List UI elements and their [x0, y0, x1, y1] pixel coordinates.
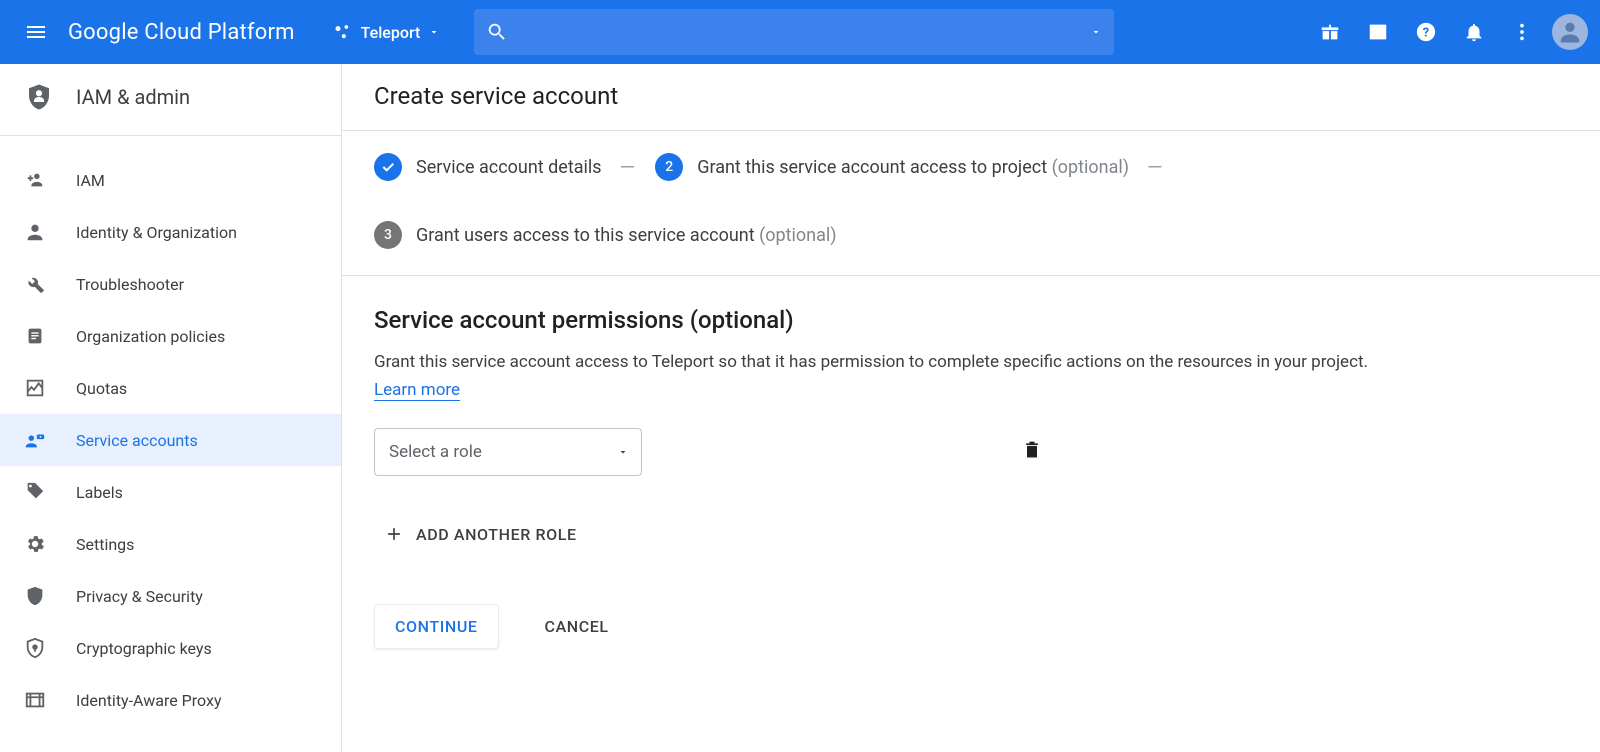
sidebar-item-label: Service accounts — [76, 431, 198, 450]
role-select[interactable]: Select a role — [374, 428, 642, 476]
step-separator: — — [620, 155, 638, 179]
notifications-button[interactable] — [1450, 8, 1498, 56]
step-label: Service account details — [416, 157, 602, 178]
sidebar-item-label: IAM — [76, 171, 105, 190]
project-name: Teleport — [361, 23, 421, 42]
step-number: 2 — [655, 153, 683, 181]
cloud-shell-button[interactable] — [1354, 8, 1402, 56]
sidebar-item-iam[interactable]: IAM — [0, 154, 341, 206]
sidebar-list: IAM Identity & Organization Troubleshoot… — [0, 136, 341, 726]
gift-icon — [1319, 21, 1341, 43]
plus-icon — [384, 524, 404, 544]
more-vertical-icon — [1511, 21, 1533, 43]
document-icon — [24, 325, 46, 347]
tag-icon — [24, 481, 46, 503]
sidebar-title: IAM & admin — [76, 85, 190, 109]
sidebar-item-label: Labels — [76, 483, 123, 502]
account-avatar[interactable] — [1552, 14, 1588, 50]
sidebar-item-label: Settings — [76, 535, 134, 554]
shield-icon — [24, 585, 46, 607]
sidebar-item-label: Quotas — [76, 379, 127, 398]
step-separator: — — [1147, 155, 1165, 179]
caret-down-icon — [428, 26, 440, 38]
wrench-icon — [24, 273, 46, 295]
iam-admin-icon — [24, 82, 54, 112]
stepper: Service account details — 2 Grant this s… — [342, 131, 1600, 276]
avatar-icon — [1556, 18, 1584, 46]
step-2[interactable]: 2 Grant this service account access to p… — [655, 153, 1129, 181]
step-label: Grant this service account access to pro… — [697, 157, 1129, 178]
page-title: Create service account — [374, 82, 1568, 110]
section-description: Grant this service account access to Tel… — [374, 348, 1410, 404]
terminal-icon — [1367, 21, 1389, 43]
form-area: Service account permissions (optional) G… — [342, 276, 1442, 679]
gift-button[interactable] — [1306, 8, 1354, 56]
step-done-icon — [374, 153, 402, 181]
person-add-icon — [24, 169, 46, 191]
quota-icon — [24, 377, 46, 399]
step-3[interactable]: 3 Grant users access to this service acc… — [374, 221, 837, 249]
role-select-placeholder: Select a role — [389, 442, 482, 462]
section-heading: Service account permissions (optional) — [374, 306, 1410, 334]
person-icon — [24, 221, 46, 243]
shield-lock-icon — [24, 637, 46, 659]
form-buttons: CONTINUE CANCEL — [374, 604, 1410, 649]
trash-icon — [1022, 439, 1042, 461]
help-icon: ? — [1415, 21, 1437, 43]
brand-text: Google Cloud Platform — [68, 20, 295, 45]
sidebar-item-troubleshooter[interactable]: Troubleshooter — [0, 258, 341, 310]
bell-icon — [1463, 21, 1485, 43]
step-1[interactable]: Service account details — [374, 153, 602, 181]
sidebar-header: IAM & admin — [0, 64, 341, 135]
continue-button[interactable]: CONTINUE — [374, 604, 499, 649]
more-button[interactable] — [1498, 8, 1546, 56]
svg-text:?: ? — [1423, 26, 1429, 41]
help-button[interactable]: ? — [1402, 8, 1450, 56]
sidebar-item-settings[interactable]: Settings — [0, 518, 341, 570]
sidebar-item-crypto-keys[interactable]: Cryptographic keys — [0, 622, 341, 674]
step-number: 3 — [374, 221, 402, 249]
role-row: Select a role — [374, 428, 1410, 476]
sidebar-item-org-policies[interactable]: Organization policies — [0, 310, 341, 362]
sidebar-item-label: Identity-Aware Proxy — [76, 691, 222, 710]
cancel-button[interactable]: CANCEL — [525, 605, 629, 648]
gear-icon — [24, 533, 46, 555]
page-header: Create service account — [342, 64, 1600, 131]
sidebar-item-quotas[interactable]: Quotas — [0, 362, 341, 414]
hamburger-icon — [24, 20, 48, 44]
search-bar[interactable] — [474, 9, 1114, 55]
add-role-button[interactable]: ADD ANOTHER ROLE — [374, 516, 587, 552]
sidebar-item-service-accounts[interactable]: Service accounts — [0, 414, 341, 466]
service-account-icon — [24, 429, 46, 451]
sidebar-item-identity[interactable]: Identity & Organization — [0, 206, 341, 258]
search-icon — [486, 21, 508, 43]
topbar: Google Cloud Platform Teleport ? — [0, 0, 1600, 64]
sidebar-item-labels[interactable]: Labels — [0, 466, 341, 518]
learn-more-link[interactable]: Learn more — [374, 380, 460, 401]
menu-button[interactable] — [12, 8, 60, 56]
project-picker[interactable]: Teleport — [323, 16, 451, 48]
sidebar: IAM & admin IAM Identity & Organization … — [0, 64, 342, 752]
iap-icon — [24, 689, 46, 711]
add-role-label: ADD ANOTHER ROLE — [416, 525, 577, 544]
sidebar-item-label: Cryptographic keys — [76, 639, 212, 658]
sidebar-item-iap[interactable]: Identity-Aware Proxy — [0, 674, 341, 726]
sidebar-item-privacy[interactable]: Privacy & Security — [0, 570, 341, 622]
delete-role-button[interactable] — [1022, 439, 1042, 465]
caret-down-icon — [617, 446, 629, 458]
sidebar-item-label: Organization policies — [76, 327, 225, 346]
step-label: Grant users access to this service accou… — [416, 225, 837, 246]
search-dropdown-icon[interactable] — [1090, 26, 1102, 38]
sidebar-item-label: Identity & Organization — [76, 223, 237, 242]
sidebar-item-label: Privacy & Security — [76, 587, 203, 606]
project-icon — [333, 22, 353, 42]
sidebar-item-label: Troubleshooter — [76, 275, 184, 294]
main-content: Create service account Service account d… — [342, 64, 1600, 752]
